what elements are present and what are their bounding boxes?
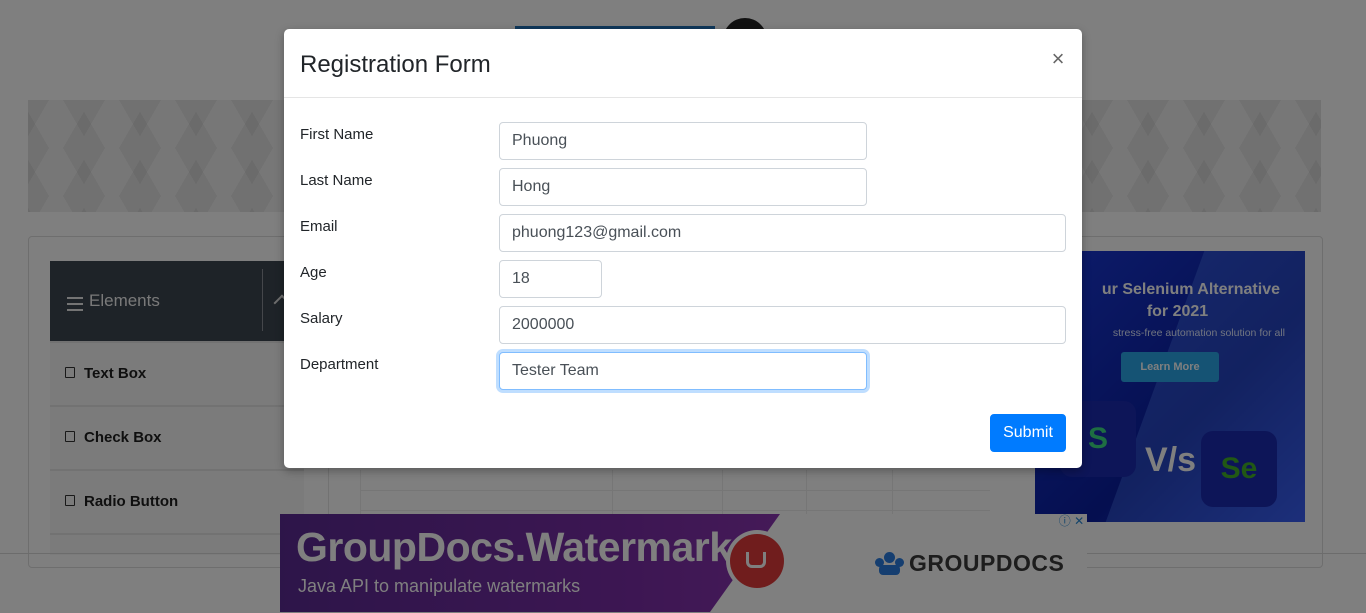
modal-header: Registration Form × xyxy=(284,29,1082,98)
modal-title: Registration Form xyxy=(300,51,491,78)
email-label: Email xyxy=(300,218,338,235)
age-label: Age xyxy=(300,264,327,281)
close-icon[interactable]: × xyxy=(1048,47,1068,71)
email-input[interactable] xyxy=(499,214,1066,252)
first-name-label: First Name xyxy=(300,126,374,143)
first-name-input[interactable] xyxy=(499,122,867,160)
department-input[interactable] xyxy=(499,352,867,390)
registration-modal: Registration Form × First Name Last Name… xyxy=(284,29,1082,468)
last-name-label: Last Name xyxy=(300,172,373,189)
submit-button[interactable]: Submit xyxy=(990,414,1066,452)
department-label: Department xyxy=(300,356,379,373)
last-name-input[interactable] xyxy=(499,168,867,206)
salary-label: Salary xyxy=(300,310,343,327)
salary-input[interactable] xyxy=(499,306,1066,344)
age-input[interactable] xyxy=(499,260,602,298)
